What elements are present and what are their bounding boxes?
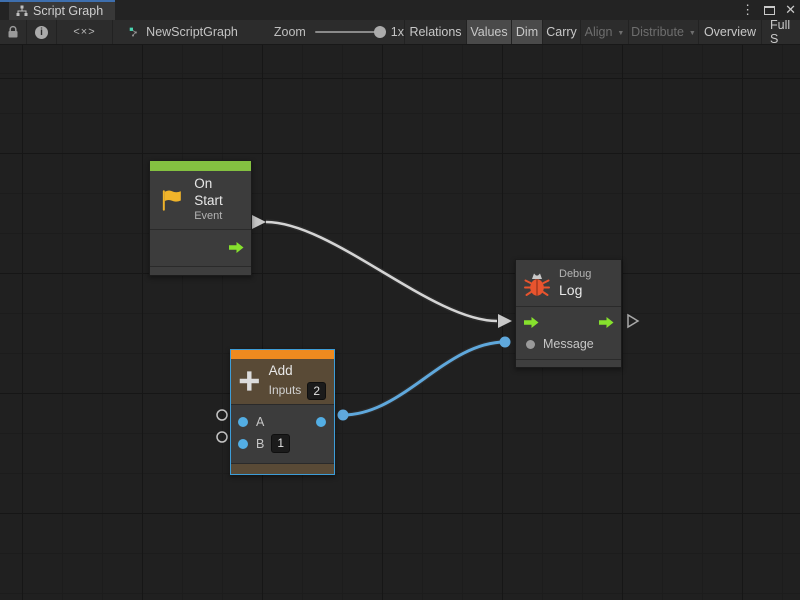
connections-layer — [0, 45, 800, 600]
port-row-a: A — [231, 411, 334, 433]
tab-script-graph[interactable]: Script Graph — [9, 2, 115, 20]
node-on-start[interactable]: On Start Event — [149, 160, 252, 276]
close-icon[interactable]: ✕ — [785, 0, 796, 20]
port-b-value-field[interactable]: 1 — [271, 434, 290, 453]
align-dropdown[interactable]: Align ▼ — [581, 20, 629, 44]
unconnected-port-circle[interactable] — [217, 432, 227, 442]
value-input-port-b[interactable] — [238, 439, 248, 449]
plus-icon — [239, 367, 260, 395]
overview-button[interactable]: Overview — [699, 20, 762, 44]
relations-toggle[interactable]: Relations — [405, 20, 467, 44]
carry-toggle[interactable]: Carry — [543, 20, 581, 44]
zoom-slider-handle[interactable] — [374, 26, 386, 38]
lock-button[interactable] — [0, 20, 27, 44]
value-wire-target-dot[interactable] — [500, 337, 511, 348]
zoom-value: 1x — [391, 25, 404, 39]
node-footer — [150, 266, 251, 275]
value-wire[interactable] — [343, 342, 505, 415]
unconnected-port-circle[interactable] — [217, 410, 227, 420]
flow-input-port[interactable] — [523, 317, 539, 328]
tab-title: Script Graph — [33, 4, 103, 18]
node-debug-log[interactable]: Debug Log Message — [515, 259, 622, 368]
kebab-menu-icon[interactable]: ⋮ — [741, 0, 754, 20]
full-screen-button[interactable]: Full S — [762, 20, 800, 44]
node-category: Debug — [559, 268, 591, 282]
chevron-down-icon: ▼ — [617, 28, 624, 37]
bug-icon — [524, 270, 550, 298]
node-footer — [231, 463, 334, 474]
flow-output-row — [150, 234, 251, 262]
graph-name[interactable]: NewScriptGraph — [146, 25, 238, 39]
zoom-label: Zoom — [274, 25, 306, 39]
flow-wire[interactable] — [266, 222, 497, 321]
node-add[interactable]: Add Inputs 2 A B 1 — [230, 349, 335, 475]
value-wire-source-dot[interactable] — [338, 410, 349, 421]
dim-toggle[interactable]: Dim — [512, 20, 543, 44]
distribute-dropdown[interactable]: Distribute ▼ — [629, 20, 699, 44]
graph-asset-icon — [129, 25, 139, 39]
flow-output-port[interactable] — [228, 242, 244, 253]
event-header-bar — [150, 161, 251, 171]
flow-output-port[interactable] — [598, 317, 614, 328]
window-titlebar: Script Graph ⋮ ✕ — [0, 0, 800, 20]
values-toggle[interactable]: Values — [467, 20, 512, 44]
value-input-port-a[interactable] — [238, 417, 248, 427]
add-header-bar — [231, 350, 334, 359]
info-button[interactable]: i — [27, 20, 57, 44]
port-label: Message — [543, 337, 594, 351]
code-icon: <×> — [73, 26, 95, 38]
flow-wire-source-arrowhead[interactable] — [252, 215, 266, 229]
message-input-row: Message — [516, 333, 621, 355]
flow-wire-target-arrowhead[interactable] — [498, 314, 512, 328]
unconnected-flow-triangle[interactable] — [628, 315, 638, 327]
edit-source-button[interactable]: <×> — [57, 20, 113, 44]
lock-icon — [7, 25, 19, 39]
graph-canvas[interactable]: On Start Event Debug Log — [0, 45, 800, 600]
node-subtitle: Inputs — [269, 383, 302, 398]
flow-row — [516, 311, 621, 333]
node-footer — [516, 359, 621, 367]
input-count-field[interactable]: 2 — [307, 382, 326, 400]
node-subtitle: Event — [194, 210, 243, 224]
chevron-down-icon: ▼ — [689, 28, 696, 37]
info-icon: i — [35, 26, 48, 39]
node-title: Add — [269, 363, 326, 380]
port-row-b: B 1 — [231, 433, 334, 455]
node-title: Log — [559, 282, 591, 300]
value-output-port[interactable] — [316, 417, 326, 427]
port-label: A — [256, 415, 264, 429]
port-label: B — [256, 437, 264, 451]
maximize-icon[interactable] — [764, 6, 775, 15]
script-graph-icon — [16, 5, 28, 17]
node-title: On Start — [194, 176, 243, 210]
message-input-port[interactable] — [526, 340, 535, 349]
flag-icon — [158, 187, 185, 213]
zoom-slider[interactable] — [315, 25, 384, 39]
graph-toolbar: i <×> NewScriptGraph Zoom 1x Relations V… — [0, 20, 800, 45]
